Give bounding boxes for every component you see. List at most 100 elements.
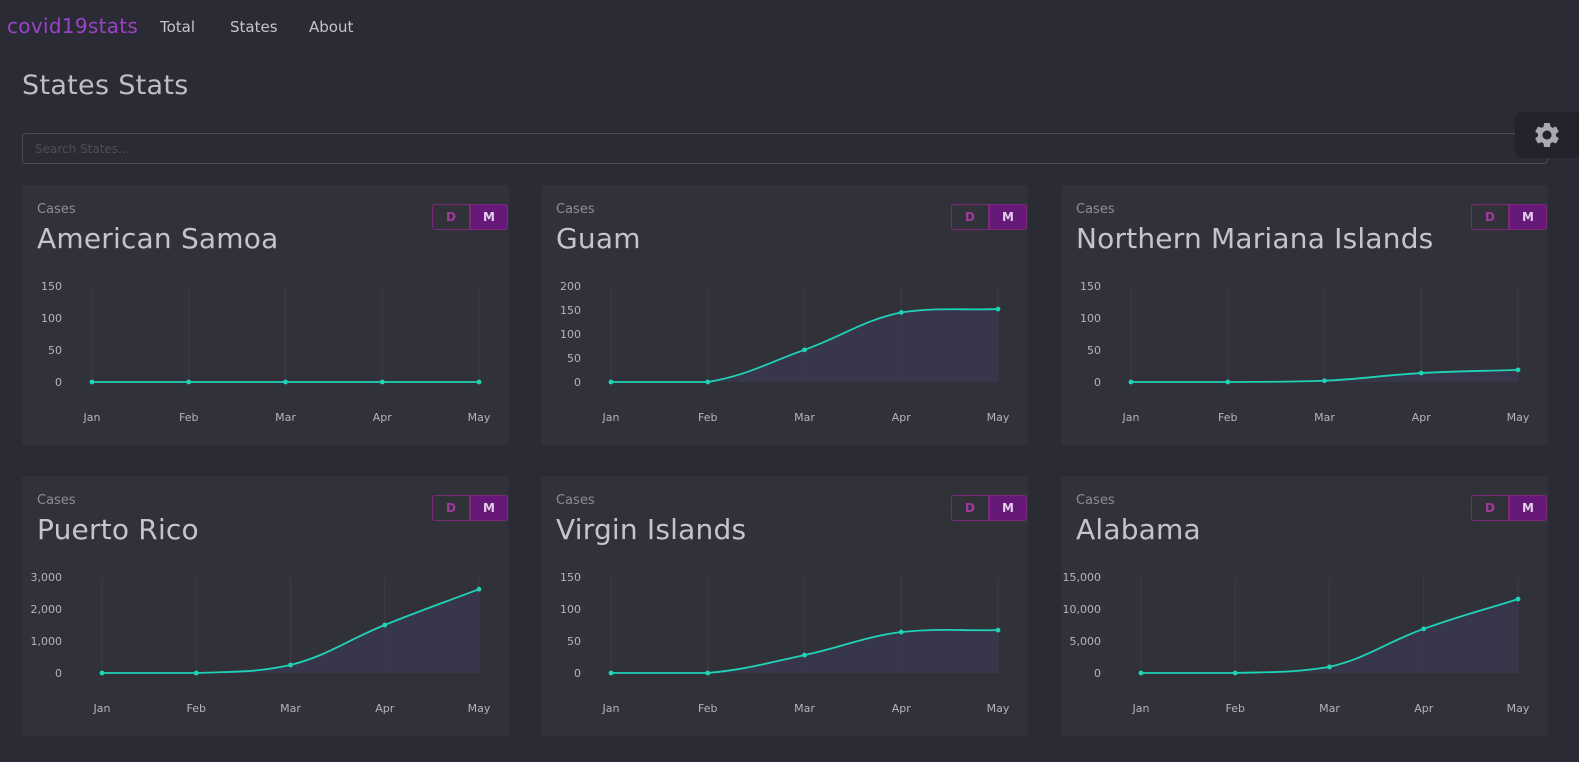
y-tick-label: 50: [567, 635, 581, 648]
y-tick-label: 0: [1094, 667, 1101, 680]
y-tick-label: 50: [1087, 344, 1101, 357]
x-tick-label: Mar: [794, 411, 815, 424]
y-tick-label: 100: [41, 312, 62, 325]
x-tick-label: May: [468, 702, 491, 715]
state-card: Cases Northern Mariana Islands D M 0 50 100 150…: [1061, 185, 1548, 445]
nav-link-total[interactable]: Total: [160, 18, 195, 36]
y-tick-label: 50: [48, 344, 62, 357]
x-tick-label: Feb: [698, 702, 717, 715]
x-tick-label: May: [1507, 702, 1530, 715]
state-card: Cases Alabama D M 0 5,000 10,000 15,000 Jan Feb Ma…: [1061, 476, 1548, 736]
x-tick-label: Feb: [698, 411, 717, 424]
nav-link-states[interactable]: States: [230, 18, 278, 36]
data-point: [1327, 664, 1332, 670]
x-tick-label: Feb: [1218, 411, 1237, 424]
data-point: [476, 586, 482, 592]
y-tick-label: 0: [55, 667, 62, 680]
top-nav: covid19stats Total States About: [0, 0, 1579, 54]
nav-link-about[interactable]: About: [309, 18, 353, 36]
cases-line-chart: 0 1,000 2,000 3,000 Jan Feb Mar Apr May: [31, 571, 491, 715]
data-point: [1515, 596, 1521, 602]
x-tick-label: Jan: [93, 702, 111, 715]
search-box: [22, 133, 1548, 164]
settings-button[interactable]: [1515, 112, 1579, 158]
y-tick-label: 0: [1094, 376, 1101, 389]
state-card: Cases Puerto Rico D M 0 1,000 2,000 3,000 Jan Feb…: [22, 476, 509, 736]
data-point: [1418, 370, 1424, 376]
x-tick-label: May: [987, 702, 1010, 715]
state-card: Cases Virgin Islands D M 0 50 100 150 Jan Feb Mar A…: [541, 476, 1028, 736]
data-point: [1322, 378, 1327, 384]
y-tick-label: 15,000: [1063, 571, 1102, 584]
data-point: [99, 670, 105, 676]
y-tick-label: 0: [574, 376, 581, 389]
data-point: [186, 379, 192, 385]
y-tick-label: 3,000: [31, 571, 63, 584]
state-card: Cases Guam D M 0 50 100 150 200 Jan Feb Mar Apr May: [541, 185, 1028, 445]
brand-logo[interactable]: covid19stats: [7, 14, 138, 38]
data-point: [995, 306, 1001, 312]
cases-line-chart: 0 50 100 150 Jan Feb Mar Apr May: [41, 280, 491, 424]
x-tick-label: Jan: [602, 411, 620, 424]
y-tick-label: 150: [41, 280, 62, 293]
page-title: States Stats: [22, 70, 189, 101]
y-tick-label: 150: [560, 304, 581, 317]
x-tick-label: Apr: [892, 411, 912, 424]
x-tick-label: Feb: [187, 702, 206, 715]
x-tick-label: Jan: [602, 702, 620, 715]
data-point: [379, 379, 385, 385]
data-point: [802, 652, 807, 658]
y-tick-label: 1,000: [31, 635, 63, 648]
data-point: [608, 379, 614, 385]
cases-line-chart: 0 50 100 150 200 Jan Feb Mar Apr May: [560, 280, 1010, 424]
x-tick-label: Feb: [179, 411, 198, 424]
data-point: [1128, 379, 1134, 385]
cases-line-chart: 0 5,000 10,000 15,000 Jan Feb Mar Apr May: [1063, 571, 1530, 715]
data-point: [382, 622, 388, 628]
x-tick-label: Apr: [1414, 702, 1434, 715]
y-tick-label: 0: [574, 667, 581, 680]
data-point: [1232, 670, 1238, 676]
data-point: [283, 379, 288, 385]
data-point: [705, 379, 711, 385]
x-tick-label: Jan: [1132, 702, 1150, 715]
y-tick-label: 10,000: [1063, 603, 1102, 616]
data-point: [898, 629, 904, 635]
x-tick-label: May: [1507, 411, 1530, 424]
data-point: [608, 670, 614, 676]
cases-line-chart: 0 50 100 150 Jan Feb Mar Apr May: [1080, 280, 1530, 424]
data-point: [288, 662, 293, 668]
x-tick-label: Feb: [1226, 702, 1245, 715]
data-point: [1515, 367, 1521, 373]
x-tick-label: Apr: [892, 702, 912, 715]
y-tick-label: 5,000: [1070, 635, 1102, 648]
data-point: [802, 347, 807, 353]
x-tick-label: May: [468, 411, 491, 424]
x-tick-label: Mar: [794, 702, 815, 715]
data-point: [193, 670, 199, 676]
y-tick-label: 2,000: [31, 603, 63, 616]
data-point: [1138, 670, 1144, 676]
x-tick-label: Mar: [1319, 702, 1340, 715]
data-point: [705, 670, 711, 676]
y-tick-label: 150: [1080, 280, 1101, 293]
y-tick-label: 150: [560, 571, 581, 584]
y-tick-label: 100: [560, 328, 581, 341]
x-tick-label: Apr: [373, 411, 393, 424]
search-input[interactable]: [23, 134, 1547, 163]
data-point: [898, 310, 904, 315]
y-tick-label: 200: [560, 280, 581, 293]
data-point: [89, 379, 95, 385]
state-card: Cases American Samoa D M 0 50 100 150 Jan Feb Mar A…: [22, 185, 509, 445]
x-tick-label: Mar: [1314, 411, 1335, 424]
data-point: [476, 379, 482, 385]
x-tick-label: Jan: [83, 411, 101, 424]
data-point: [1225, 379, 1231, 385]
data-point: [1421, 626, 1427, 632]
cases-line-chart: 0 50 100 150 Jan Feb Mar Apr May: [560, 571, 1010, 715]
y-tick-label: 100: [560, 603, 581, 616]
y-tick-label: 50: [567, 352, 581, 365]
data-point: [995, 627, 1001, 633]
x-tick-label: May: [987, 411, 1010, 424]
x-tick-label: Apr: [375, 702, 395, 715]
